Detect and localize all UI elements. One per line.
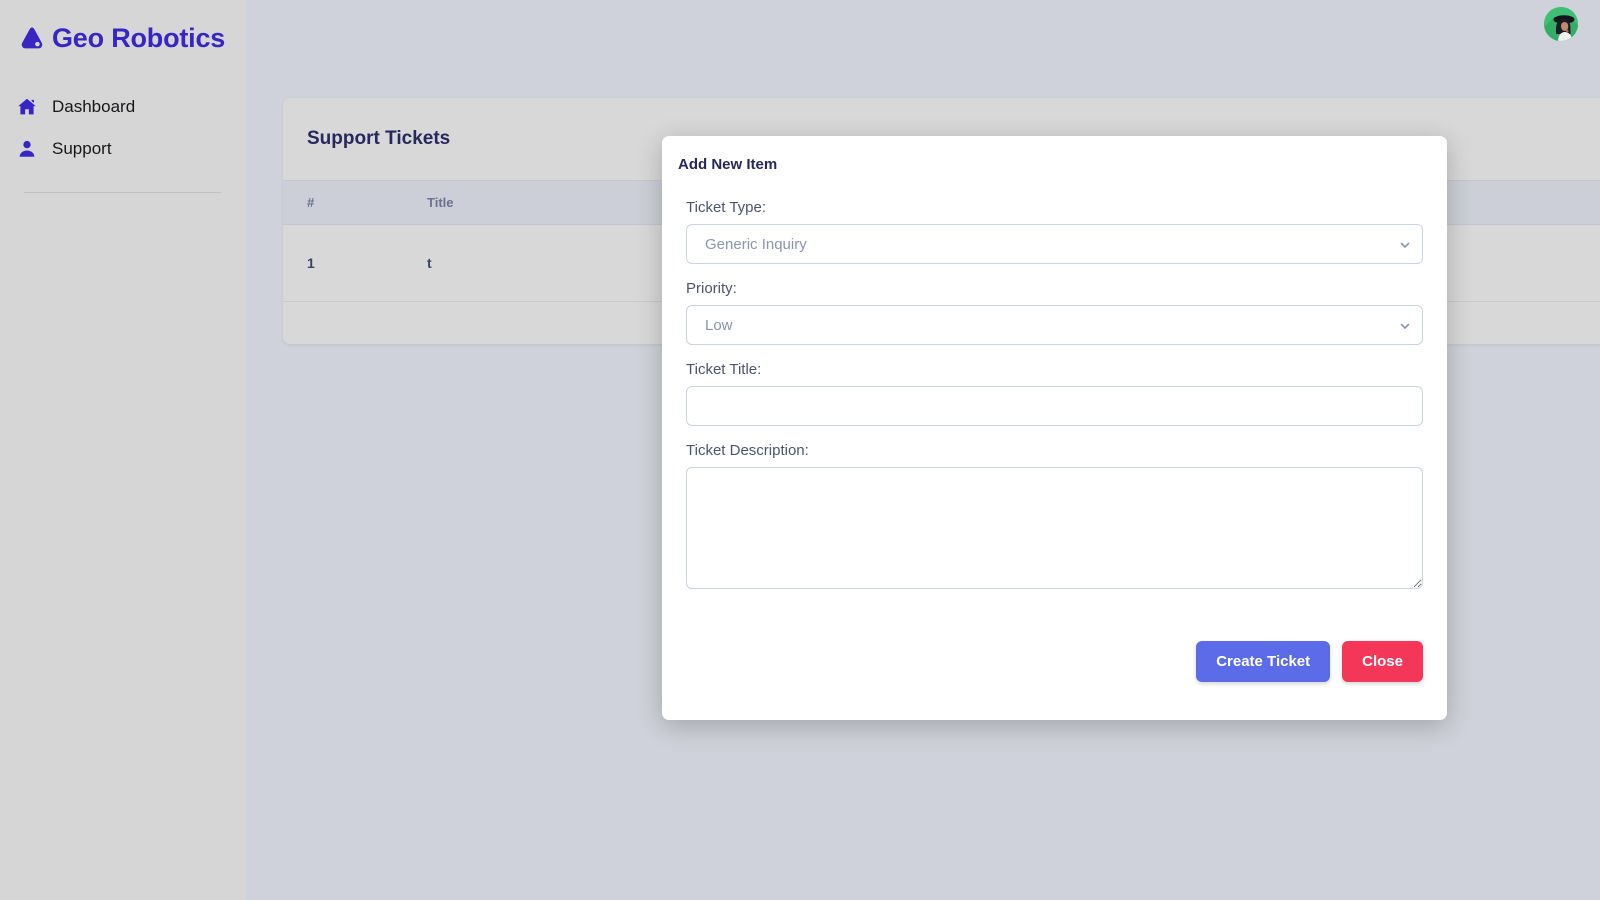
- cell-actions: Edit Delete: [1548, 224, 1600, 302]
- brand[interactable]: Geo Robotics: [0, 0, 245, 60]
- ticket-title-input[interactable]: [686, 386, 1423, 426]
- sidebar-item-label: Support: [52, 139, 112, 158]
- sidebar-item-dashboard[interactable]: Dashboard: [0, 86, 245, 128]
- sidebar-nav: Dashboard Support: [0, 86, 245, 193]
- ticket-description-textarea[interactable]: [686, 467, 1423, 589]
- modal-title: Add New Item: [678, 156, 778, 173]
- home-icon: [16, 96, 38, 118]
- ticket-type-label: Ticket Type:: [686, 199, 767, 216]
- field-priority: Priority: Low: [686, 280, 1423, 345]
- ticket-description-label: Ticket Description:: [686, 442, 809, 459]
- field-ticket-title: Ticket Title:: [686, 361, 1423, 426]
- app-root: Geo Robotics Dashboard Support Support T…: [0, 0, 1600, 900]
- ticket-type-select-wrap: Generic Inquiry: [686, 224, 1423, 264]
- field-ticket-type: Ticket Type: Generic Inquiry: [686, 199, 1423, 264]
- add-new-item-modal: Add New Item Ticket Type: Generic Inquir…: [662, 136, 1447, 720]
- page-title: Support Tickets: [307, 128, 451, 149]
- ticket-title-label: Ticket Title:: [686, 361, 762, 378]
- column-header-index: #: [283, 180, 403, 225]
- cell-index: 1: [283, 224, 403, 302]
- modal-close-button[interactable]: Close: [1342, 641, 1423, 682]
- modal-footer: Create Ticket Close: [662, 611, 1447, 720]
- triangle-droplet-logo-icon: [18, 24, 46, 52]
- field-ticket-description: Ticket Description:: [686, 442, 1423, 589]
- sidebar: Geo Robotics Dashboard Support: [0, 0, 245, 900]
- main-content: Support Tickets Create Ticket # Title 1 …: [245, 0, 1600, 900]
- avatar[interactable]: [1544, 7, 1578, 41]
- modal-create-ticket-button[interactable]: Create Ticket: [1196, 641, 1331, 682]
- modal-header: Add New Item: [662, 136, 1447, 175]
- person-icon: [16, 138, 38, 160]
- priority-label: Priority:: [686, 280, 737, 297]
- ticket-type-select[interactable]: Generic Inquiry: [686, 224, 1423, 264]
- sidebar-divider: [24, 192, 221, 193]
- sidebar-item-label: Dashboard: [52, 97, 136, 116]
- modal-body: Ticket Type: Generic Inquiry Priority: L…: [662, 175, 1447, 611]
- brand-name: Geo Robotics: [52, 22, 226, 53]
- column-header-actions: [1548, 180, 1600, 225]
- priority-select-wrap: Low: [686, 305, 1423, 345]
- priority-select[interactable]: Low: [686, 305, 1423, 345]
- topbar: [245, 0, 1600, 58]
- sidebar-item-support[interactable]: Support: [0, 128, 245, 170]
